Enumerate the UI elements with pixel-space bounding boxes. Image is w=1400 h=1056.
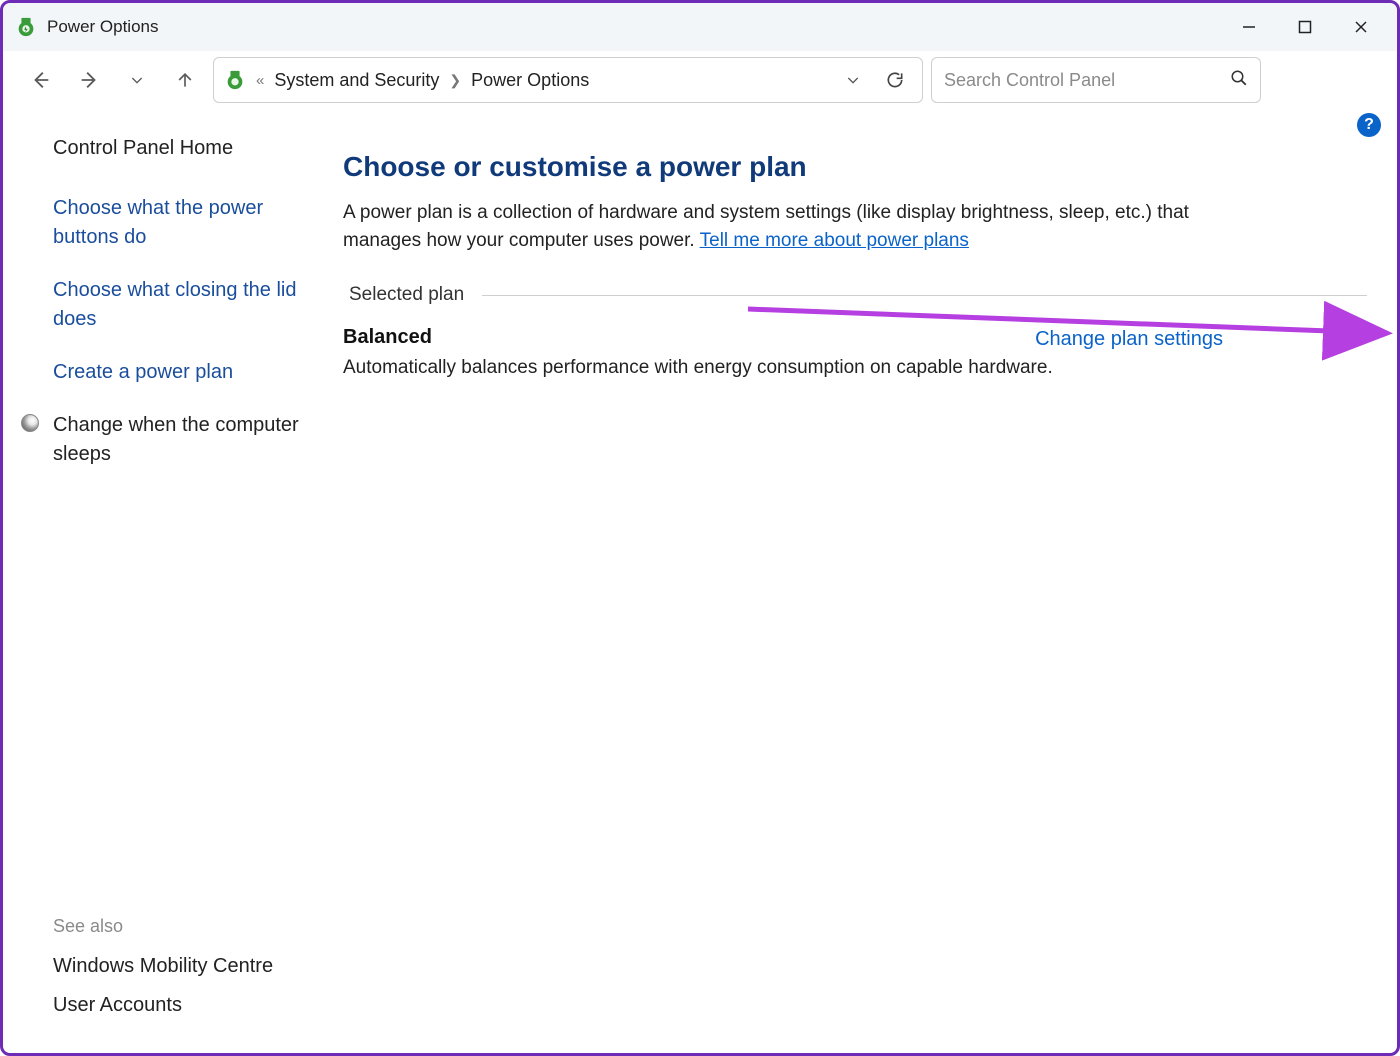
window-title: Power Options <box>47 17 159 37</box>
refresh-button[interactable] <box>878 63 912 97</box>
address-bar[interactable]: « System and Security ❯ Power Options <box>213 57 923 103</box>
see-also-user-accounts[interactable]: User Accounts <box>53 994 315 1017</box>
address-history-dropdown[interactable] <box>838 72 868 88</box>
breadcrumb: System and Security ❯ Power Options <box>274 70 828 91</box>
change-plan-settings-link[interactable]: Change plan settings <box>1035 328 1223 351</box>
window-frame: Power Options <box>0 0 1400 1056</box>
recent-locations-dropdown[interactable] <box>117 60 157 100</box>
close-button[interactable] <box>1333 7 1389 47</box>
sidebar-link-closing-lid[interactable]: Choose what closing the lid does <box>53 276 315 334</box>
sidebar-link-create-plan[interactable]: Create a power plan <box>53 358 315 387</box>
sidebar-top: Control Panel Home Choose what the power… <box>53 137 315 916</box>
titlebar-left: Power Options <box>15 16 159 38</box>
addressbar-icon <box>224 69 246 91</box>
sidebar-bottom: See also Windows Mobility Centre User Ac… <box>53 916 315 1033</box>
search-icon[interactable] <box>1230 69 1248 92</box>
body: Control Panel Home Choose what the power… <box>3 109 1397 1053</box>
sidebar-link-label: Change when the computer sleeps <box>53 414 299 465</box>
sidebar-link-change-sleep[interactable]: Change when the computer sleeps <box>53 411 315 469</box>
titlebar: Power Options <box>3 3 1397 51</box>
plan-info: Balanced <box>343 326 432 357</box>
selected-plan-header-row: Selected plan <box>343 284 1367 306</box>
help-button[interactable]: ? <box>1357 113 1381 137</box>
window-controls <box>1221 7 1389 47</box>
sidebar: Control Panel Home Choose what the power… <box>3 109 343 1053</box>
page-title: Choose or customise a power plan <box>343 151 1367 183</box>
search-box[interactable] <box>931 57 1261 103</box>
up-button[interactable] <box>165 60 205 100</box>
breadcrumb-segment-power-options[interactable]: Power Options <box>471 70 589 91</box>
breadcrumb-segment-system-security[interactable]: System and Security <box>274 70 439 91</box>
see-also-mobility-centre[interactable]: Windows Mobility Centre <box>53 955 315 978</box>
control-panel-home-link[interactable]: Control Panel Home <box>53 137 315 160</box>
chevron-right-icon[interactable]: ❯ <box>449 72 461 89</box>
see-also-header: See also <box>53 916 315 937</box>
sidebar-link-power-buttons[interactable]: Choose what the power buttons do <box>53 194 315 252</box>
learn-more-link[interactable]: Tell me more about power plans <box>700 230 969 251</box>
back-button[interactable] <box>21 60 61 100</box>
forward-button[interactable] <box>69 60 109 100</box>
breadcrumb-overflow-icon[interactable]: « <box>256 72 264 89</box>
main-content: ? Choose or customise a power plan A pow… <box>343 109 1397 1053</box>
power-options-icon <box>15 16 37 38</box>
plan-description: Automatically balances performance with … <box>343 357 1223 379</box>
plan-name: Balanced <box>343 326 432 349</box>
maximize-button[interactable] <box>1277 7 1333 47</box>
plan-row: Balanced Change plan settings <box>343 326 1223 357</box>
selected-plan-header: Selected plan <box>343 284 464 306</box>
search-input[interactable] <box>944 70 1220 91</box>
current-page-indicator-icon <box>21 414 39 432</box>
page-description: A power plan is a collection of hardware… <box>343 199 1223 254</box>
toolbar: « System and Security ❯ Power Options <box>3 51 1397 109</box>
divider <box>482 295 1367 296</box>
minimize-button[interactable] <box>1221 7 1277 47</box>
